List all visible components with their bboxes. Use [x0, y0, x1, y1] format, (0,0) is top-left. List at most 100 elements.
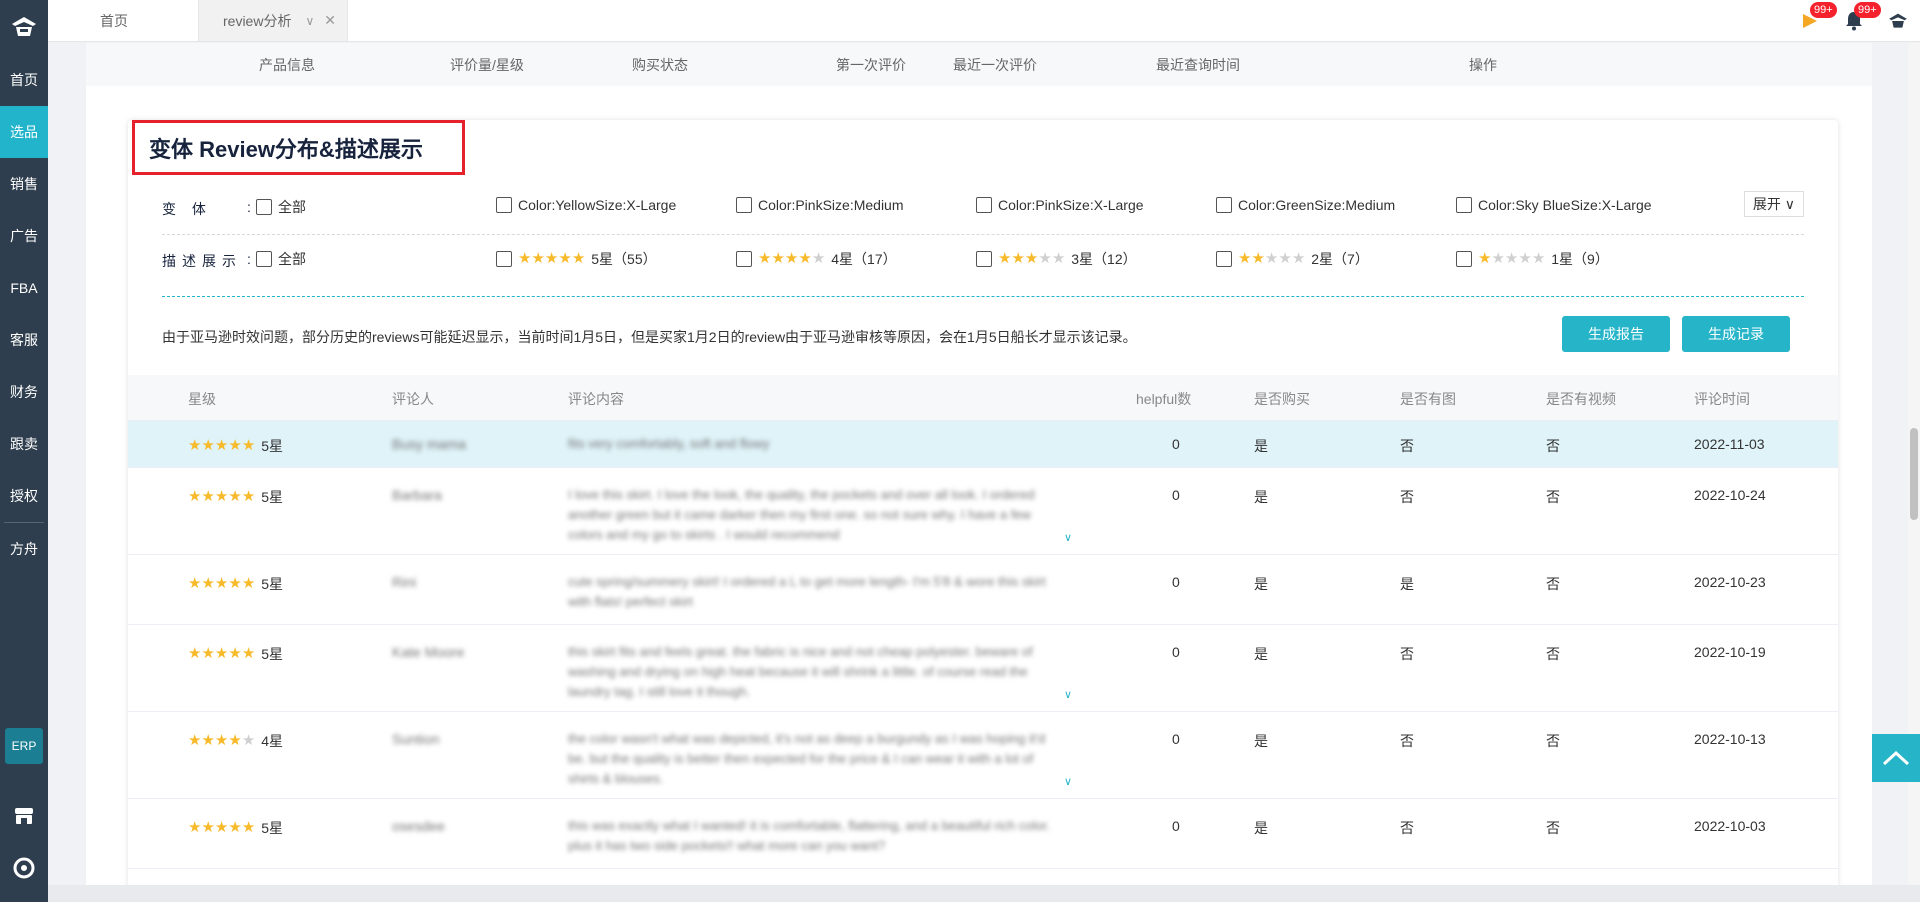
table-row[interactable]: ★ ★ ★ ★ ★ 5星 Rini cute spring/summery skirt! I … [128, 555, 1838, 625]
horizontal-scrollbar[interactable] [48, 885, 1920, 902]
star-filled-icon: ★ [558, 250, 572, 267]
sidebar-item-follow-sell[interactable]: 跟卖 [0, 418, 48, 470]
chevron-down-icon[interactable]: ∨ [305, 14, 314, 28]
checkbox[interactable] [736, 251, 752, 267]
checkbox[interactable] [1456, 251, 1472, 267]
tab-review-analysis[interactable]: review分析 ∨ ✕ [198, 0, 348, 42]
option-label: 全部 [278, 251, 306, 267]
star-filled-icon: ★ [241, 488, 256, 505]
sidebar-item-customer-service[interactable]: 客服 [0, 314, 48, 366]
sidebar-item-fba[interactable]: FBA [0, 262, 48, 314]
sidebar-item-finance[interactable]: 财务 [0, 366, 48, 418]
rating-filter-option[interactable]: ★ ★ ★ ★ ★ 1星（9） [1456, 249, 1609, 269]
star-filled-icon: ★ [188, 645, 202, 662]
checkbox[interactable] [976, 197, 992, 213]
option-label: 全部 [278, 199, 306, 215]
variant-filter-row: 变 体 : 全部 Color:YellowSize:X-Large Color:… [162, 183, 1804, 235]
star-empty-icon: ★ [1518, 250, 1532, 267]
star-empty-icon: ★ [1051, 250, 1066, 267]
rating-cell: ★ ★ ★ ★ ★ 5星 [188, 818, 283, 838]
star-filled-icon: ★ [241, 437, 256, 454]
has-video-flag: 否 [1546, 820, 1560, 836]
checkbox[interactable] [1216, 197, 1232, 213]
table-row[interactable]: ★ ★ ★ ★ ★ 5星 Busy mama fits very comfortably, s… [128, 421, 1838, 468]
support-icon[interactable] [12, 856, 36, 880]
variant-option[interactable]: Color:Sky BlueSize:X-Large [1456, 197, 1652, 213]
checkbox[interactable] [1216, 251, 1232, 267]
variant-option[interactable]: Color:YellowSize:X-Large [496, 197, 676, 213]
checkbox[interactable] [256, 251, 272, 267]
star-rating: ★ ★ ★ ★ ★ [188, 576, 255, 592]
checkbox[interactable] [496, 197, 512, 213]
variant-colon: : [247, 199, 251, 215]
rating-filter-option[interactable]: ★ ★ ★ ★ ★ 5星（55） [496, 249, 657, 269]
star-filled-icon: ★ [201, 645, 215, 662]
tab-home[interactable]: 首页 [100, 0, 128, 42]
star-filled-icon: ★ [518, 250, 532, 267]
main-content: 产品信息 评价量/星级 购买状态 第一次评价 最近一次评价 最近查询时间 操作 … [48, 43, 1920, 885]
star-filled-icon: ★ [544, 250, 559, 267]
expand-content-icon[interactable]: ∨ [1064, 688, 1072, 701]
reviewer-name: osesdee [392, 818, 445, 834]
star-filled-icon: ★ [188, 819, 202, 836]
table-row[interactable]: ★ ★ ★ ★ ★ 5星 osesdee this was exactly what I wa… [128, 799, 1838, 869]
star-filled-icon: ★ [1238, 250, 1252, 267]
rating-label: 5星 [261, 576, 284, 592]
flag-notification-button[interactable]: 99+ [1788, 0, 1837, 42]
scrollbar-thumb[interactable] [1910, 428, 1918, 520]
variant-option[interactable]: Color:PinkSize:X-Large [976, 197, 1144, 213]
star-rating: ★ ★ ★ ★ ★ [188, 489, 255, 505]
sidebar-item-ark[interactable]: 方舟 [0, 523, 48, 575]
erp-button[interactable]: ERP [5, 728, 43, 764]
generate-record-button[interactable]: 生成记录 [1682, 316, 1790, 352]
checkbox[interactable] [256, 199, 272, 215]
app-logo[interactable] [0, 0, 48, 54]
table-row[interactable]: ★ ★ ★ ★ ★ 5星 Barbara I love this skirt. I love … [128, 468, 1838, 555]
table-row[interactable]: ★ ★ ★ ★ ★ 4星 Suntion the color wasn't what was … [128, 712, 1838, 799]
checkbox[interactable] [736, 197, 752, 213]
purchased-flag: 是 [1254, 438, 1268, 454]
sidebar-item-ads[interactable]: 广告 [0, 210, 48, 262]
sidebar-item-authorization[interactable]: 授权 [0, 470, 48, 522]
table-row[interactable]: ★ ★ ★ ★ ★ 5星 Kate Moore this skirt fits and fee… [128, 625, 1838, 712]
purchased-flag: 是 [1254, 646, 1268, 662]
option-label: Color:YellowSize:X-Large [518, 197, 677, 213]
expand-content-icon[interactable]: ∨ [1064, 775, 1072, 788]
option-label: 2星（7） [1311, 251, 1369, 267]
variant-option[interactable]: Color:GreenSize:Medium [1216, 197, 1395, 213]
star-rating: ★ ★ ★ ★ ★ [1478, 251, 1545, 267]
helpful-count: 0 [1172, 487, 1180, 503]
review-time: 2022-10-03 [1694, 818, 1766, 834]
variant-option[interactable]: Color:PinkSize:Medium [736, 197, 904, 213]
bell-notification-button[interactable]: 99+ [1832, 0, 1881, 42]
star-empty-icon: ★ [241, 732, 256, 749]
rating-all-checkbox[interactable]: 全部 [256, 249, 306, 269]
sidebar-item-home[interactable]: 首页 [0, 54, 48, 106]
back-to-top-button[interactable] [1872, 734, 1920, 782]
reviewer-name: Busy mama [392, 436, 466, 452]
expand-content-icon[interactable]: ∨ [1064, 531, 1072, 544]
rating-filter-option[interactable]: ★ ★ ★ ★ ★ 2星（7） [1216, 249, 1369, 269]
sidebar-item-product-selection[interactable]: 选品 [0, 106, 48, 158]
purchased-flag: 是 [1254, 820, 1268, 836]
variant-review-card: 变体 Review分布&描述展示 变 体 : 全部 Color:YellowSi… [128, 120, 1838, 885]
star-rating: ★ ★ ★ ★ ★ [188, 646, 255, 662]
store-icon[interactable] [12, 804, 36, 828]
variant-all-checkbox[interactable]: 全部 [256, 197, 306, 217]
star-filled-icon: ★ [214, 488, 229, 505]
checkbox[interactable] [976, 251, 992, 267]
rating-filter-option[interactable]: ★ ★ ★ ★ ★ 3星（12） [976, 249, 1137, 269]
rating-filter-option[interactable]: ★ ★ ★ ★ ★ 4星（17） [736, 249, 897, 269]
user-avatar[interactable] [1876, 0, 1920, 42]
star-filled-icon: ★ [228, 575, 242, 592]
generate-report-button[interactable]: 生成报告 [1562, 316, 1670, 352]
checkbox[interactable] [496, 251, 512, 267]
star-filled-icon: ★ [214, 819, 229, 836]
sidebar-item-sales[interactable]: 销售 [0, 158, 48, 210]
rating-label: 5星 [261, 646, 284, 662]
review-content: this was exactly what I wanted! it is co… [568, 818, 1050, 853]
checkbox[interactable] [1456, 197, 1472, 213]
helpful-count: 0 [1172, 574, 1180, 590]
close-icon[interactable]: ✕ [324, 12, 336, 29]
expand-button[interactable]: 展开 ∨ [1743, 191, 1804, 217]
